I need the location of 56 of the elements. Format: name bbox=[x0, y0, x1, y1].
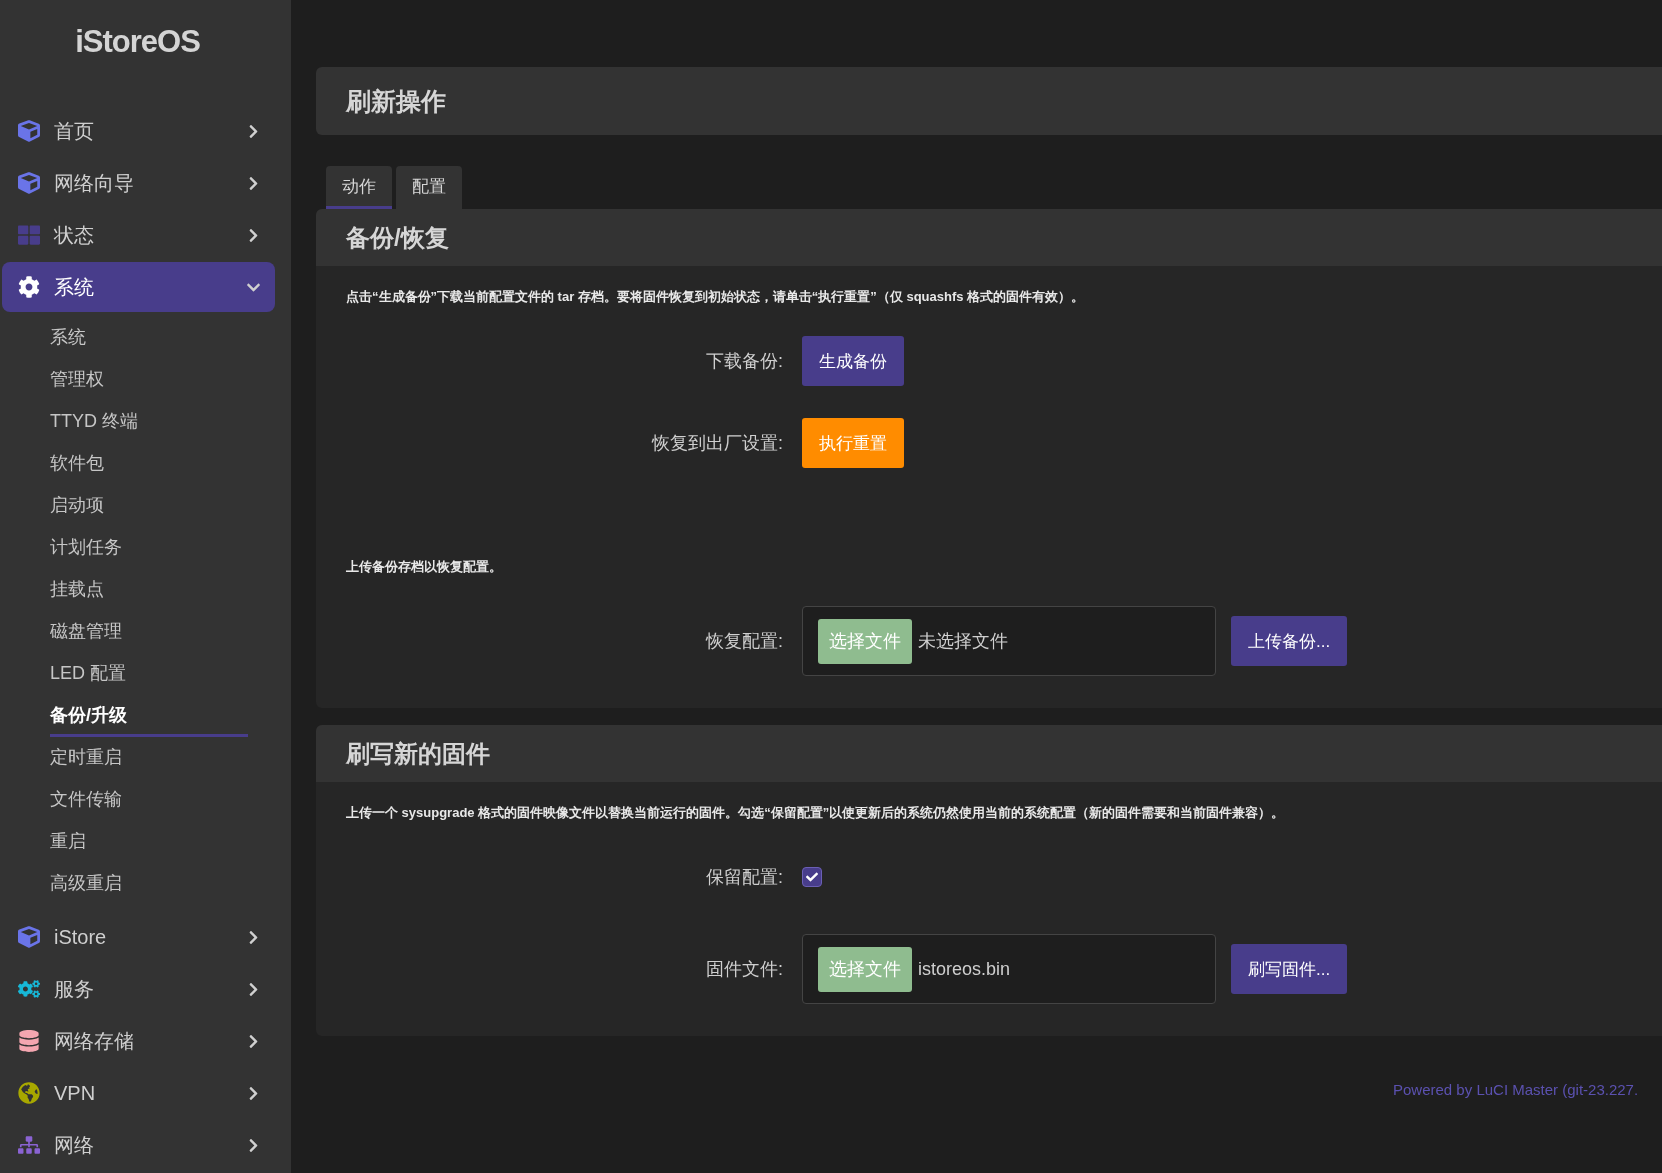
field-label: 保留配置: bbox=[705, 866, 783, 889]
menu-item[interactable]: 网络存储 bbox=[2, 1016, 275, 1066]
submenu-item[interactable]: TTYD 终端 bbox=[50, 401, 248, 443]
menu-item[interactable]: 网络向导 bbox=[2, 158, 275, 208]
menu-item[interactable]: 首页 bbox=[2, 106, 275, 156]
submenu-item[interactable]: 备份/升级 bbox=[50, 695, 248, 737]
submenu-item[interactable]: 高级重启 bbox=[50, 863, 248, 905]
file-input-field[interactable]: 选择文件 未选择文件 bbox=[802, 606, 1216, 676]
submenu-item[interactable]: 定时重启 bbox=[50, 737, 248, 779]
tab[interactable]: 配置 bbox=[396, 166, 462, 209]
settings-icon bbox=[18, 276, 40, 298]
footer-text: Powered by LuCI Master (git-23.227. bbox=[1393, 1081, 1640, 1098]
file-name: 未选择文件 bbox=[918, 630, 1008, 653]
cube-icon bbox=[18, 120, 40, 142]
menu-item[interactable]: 服务 bbox=[2, 964, 275, 1014]
description-text: 上传一个 sysupgrade 格式的固件映像文件以替换当前运行的固件。勾选“保留配置”以使更新后的系统仍然使用当前的系统配置（新的固件需要和当前固件兼容）。 bbox=[346, 804, 1286, 822]
submenu-item[interactable]: LED 配置 bbox=[50, 653, 248, 695]
menu-item[interactable]: 网络 bbox=[2, 1120, 275, 1170]
submenu-item[interactable]: 软件包 bbox=[50, 443, 248, 485]
submenu-item[interactable]: 挂载点 bbox=[50, 569, 248, 611]
globe-icon bbox=[18, 1082, 40, 1104]
description-text: 点击“生成备份”下载当前配置文件的 tar 存档。要将固件恢复到初始状态，请单击“执行重置”（仅 squashfs 格式的固件有效）。 bbox=[346, 288, 1086, 306]
action-button[interactable]: 生成备份 bbox=[802, 336, 904, 386]
checkbox[interactable] bbox=[802, 867, 822, 887]
logo: iStoreOS bbox=[75, 24, 200, 60]
menu-item[interactable]: iStore bbox=[2, 912, 275, 962]
file-input-field[interactable]: 选择文件 istoreos.bin bbox=[802, 934, 1216, 1004]
section-title: 备份/恢复 bbox=[316, 209, 1662, 266]
action-button[interactable]: 刷写固件... bbox=[1231, 944, 1348, 994]
menu-item[interactable]: 系统 bbox=[2, 262, 275, 312]
submenu-item[interactable]: 系统 bbox=[50, 317, 248, 359]
action-button[interactable]: 上传备份... bbox=[1231, 616, 1348, 666]
description-text: 上传备份存档以恢复配置。 bbox=[346, 558, 503, 576]
sitemap-icon bbox=[18, 1134, 40, 1156]
section-title: 刷写新的固件 bbox=[316, 725, 1662, 782]
cube-icon bbox=[18, 926, 40, 948]
field-label: 恢复配置: bbox=[704, 630, 783, 653]
menu-item[interactable]: 状态 bbox=[2, 210, 275, 260]
submenu-item[interactable]: 文件传输 bbox=[50, 779, 248, 821]
tab[interactable]: 动作 bbox=[326, 166, 392, 209]
cube-icon bbox=[18, 172, 40, 194]
gears-icon bbox=[18, 978, 40, 1000]
submenu-item[interactable]: 管理权 bbox=[50, 359, 248, 401]
field-label: 下载备份: bbox=[705, 350, 783, 373]
submenu-item[interactable]: 重启 bbox=[50, 821, 248, 863]
page-title: 刷新操作 bbox=[316, 67, 1662, 135]
grid-icon bbox=[18, 224, 40, 246]
submenu-item[interactable]: 磁盘管理 bbox=[50, 611, 248, 653]
check-icon bbox=[806, 871, 818, 883]
menu-item[interactable]: VPN bbox=[2, 1068, 275, 1118]
file-name: istoreos.bin bbox=[918, 958, 1011, 980]
field-label: 固件文件: bbox=[705, 958, 783, 981]
submenu-item[interactable]: 计划任务 bbox=[50, 527, 248, 569]
field-label: 恢复到出厂设置: bbox=[650, 432, 783, 455]
database-icon bbox=[18, 1030, 40, 1052]
submenu-item[interactable]: 启动项 bbox=[50, 485, 248, 527]
